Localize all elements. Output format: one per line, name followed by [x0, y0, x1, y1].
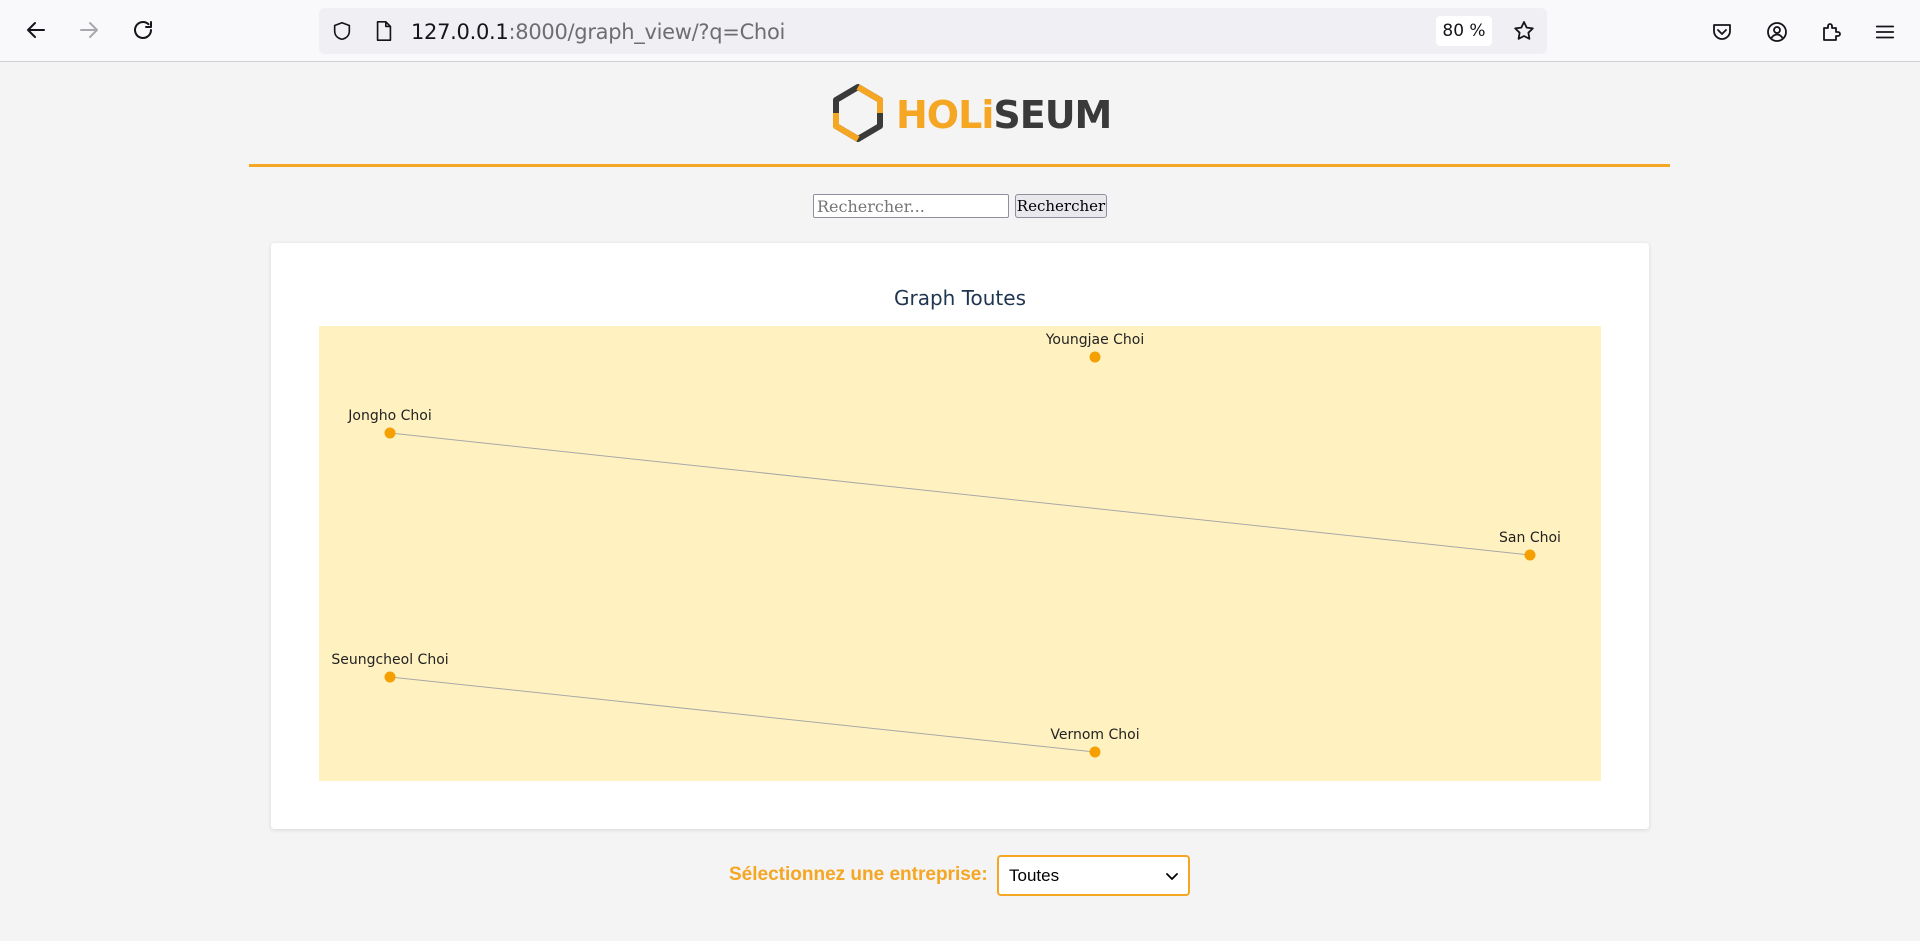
graph-node-label-san: San Choi [1499, 530, 1561, 546]
logo-text-part2: S [993, 93, 1020, 137]
graph-node-youngjae[interactable] [1089, 351, 1101, 363]
url-host: 127.0.0.1 [411, 20, 509, 44]
graph-node-jongho[interactable] [384, 427, 396, 439]
page-icon[interactable] [371, 18, 397, 44]
search-button[interactable]: Rechercher [1015, 194, 1107, 218]
back-button[interactable] [18, 14, 54, 50]
extensions-icon[interactable] [1817, 18, 1845, 46]
url-bar[interactable]: 127.0.0.1:8000/graph_view/?q=Choi 80 % [319, 8, 1547, 54]
forward-arrow-icon [77, 18, 101, 47]
graph-node-label-seungcheol: Seungcheol Choi [331, 652, 448, 668]
chevron-down-icon [1166, 866, 1178, 886]
zoom-level-button[interactable]: 80 % [1436, 16, 1492, 46]
pocket-icon[interactable] [1708, 18, 1736, 46]
logo-text-part1: HOLi [896, 93, 994, 137]
reload-button[interactable] [125, 14, 161, 50]
browser-toolbar: 127.0.0.1:8000/graph_view/?q=Choi 80 % [0, 0, 1920, 62]
header-divider [249, 164, 1670, 167]
menu-icon[interactable] [1871, 18, 1899, 46]
company-select-value: Toutes [1009, 865, 1060, 885]
company-select-label: Sélectionnez une entreprise: [729, 864, 988, 885]
forward-button[interactable] [71, 14, 107, 50]
company-select[interactable]: Toutes [997, 855, 1190, 896]
graph-edge-jongho-san [389, 432, 1531, 556]
graph-node-vernom[interactable] [1089, 746, 1101, 758]
account-icon[interactable] [1763, 18, 1791, 46]
graph-card: Graph Toutes Youngjae Choi Jongho Choi San… [271, 243, 1649, 829]
search-input[interactable] [813, 194, 1009, 218]
graph-node-label-jongho: Jongho Choi [347, 408, 431, 424]
hexagon-logo-icon [828, 83, 888, 148]
graph-node-san[interactable] [1524, 549, 1536, 561]
url-text[interactable]: 127.0.0.1:8000/graph_view/?q=Choi [411, 20, 785, 44]
url-path: :8000/graph_view/?q=Choi [508, 20, 786, 44]
graph-node-seungcheol[interactable] [384, 671, 396, 683]
logo-text-part3: EUM [1019, 93, 1113, 137]
back-arrow-icon [24, 18, 48, 47]
graph-title: Graph Toutes [893, 286, 1026, 310]
graph-svg[interactable]: Youngjae Choi Jongho Choi San Choi Seungche… [319, 326, 1601, 781]
reload-icon [131, 18, 155, 47]
graph-node-label-vernom: Vernom Choi [1050, 727, 1139, 743]
graph-area[interactable]: Youngjae Choi Jongho Choi San Choi Seungche… [319, 326, 1601, 781]
bookmark-star-icon[interactable] [1511, 18, 1537, 44]
graph-edge-seungcheol-vernom [389, 676, 1096, 753]
holiseum-logo: HOLiSEUM [828, 83, 1112, 148]
shield-icon[interactable] [329, 18, 355, 44]
graph-node-label-youngjae: Youngjae Choi [1045, 332, 1145, 348]
logo-wordmark: HOLiSEUM [896, 93, 1113, 137]
